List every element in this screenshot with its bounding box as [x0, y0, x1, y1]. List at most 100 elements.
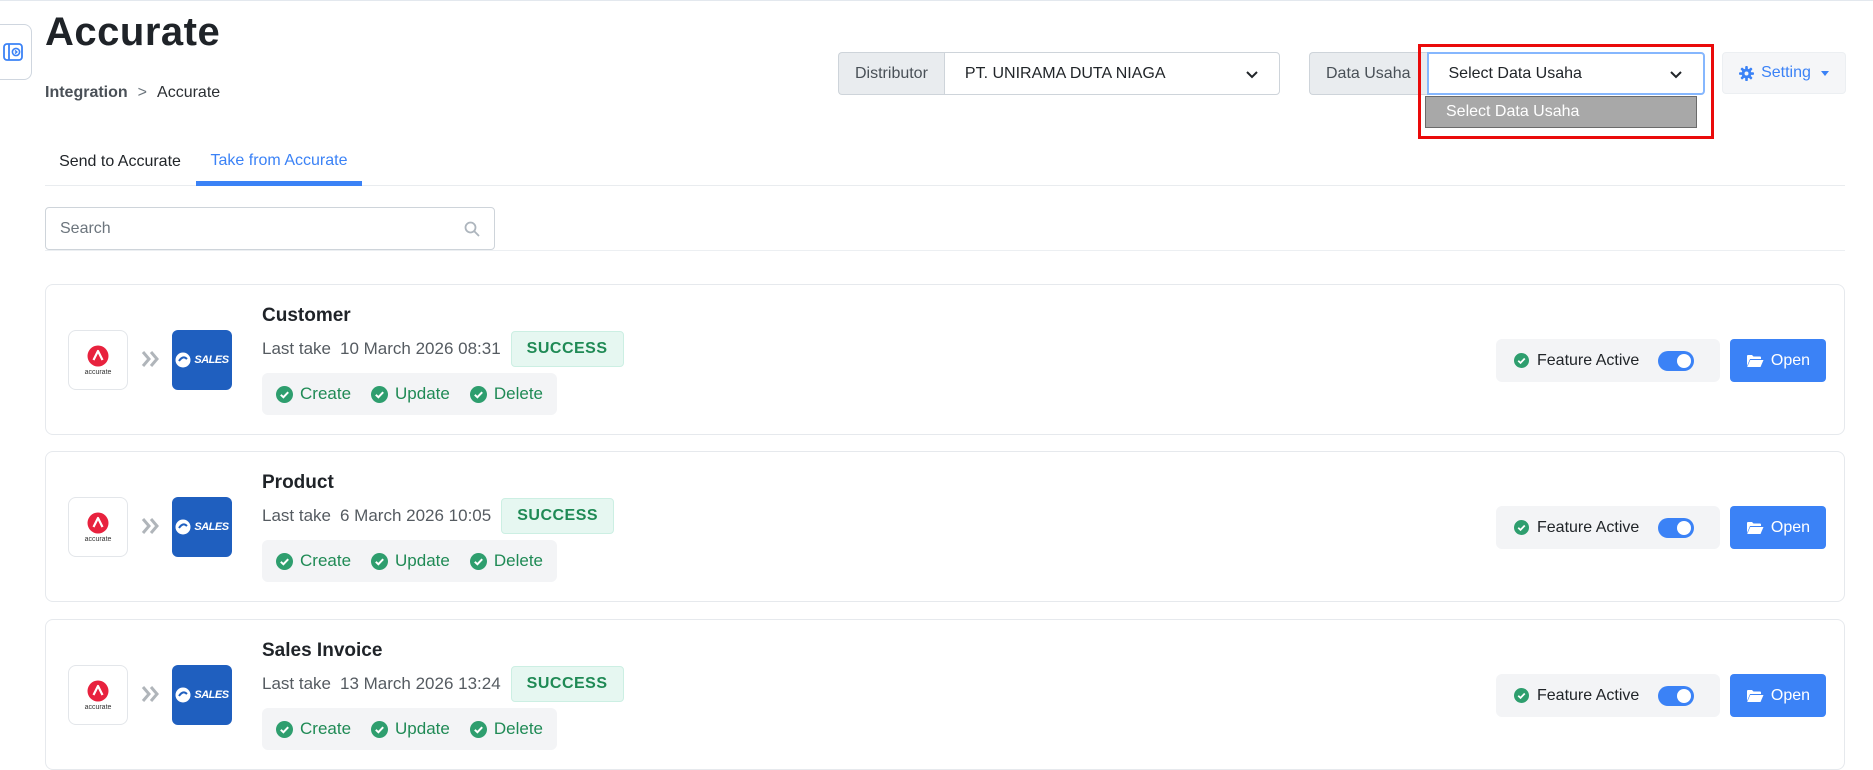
accurate-logo-icon — [87, 680, 109, 701]
breadcrumb-integration-link[interactable]: Integration — [45, 84, 128, 102]
data-usaha-select-value: Select Data Usaha — [1448, 64, 1582, 82]
feature-active-toggle-group: Feature Active — [1496, 339, 1720, 382]
page-title: Accurate — [45, 10, 221, 54]
open-button-label: Open — [1770, 518, 1811, 536]
sidebar-toggle-button[interactable] — [0, 24, 32, 80]
setting-dropdown-button[interactable]: Setting — [1722, 52, 1846, 94]
search-box — [45, 207, 495, 250]
search-icon — [464, 221, 480, 237]
open-button[interactable]: Open — [1730, 339, 1826, 382]
distributor-label: Distributor — [838, 52, 944, 95]
operation-label: Create — [300, 719, 352, 738]
setting-label: Setting — [1761, 64, 1811, 81]
folder-open-icon — [1746, 689, 1764, 702]
accurate-logo-icon — [87, 512, 109, 533]
accurate-logo: accurate — [68, 330, 128, 390]
sales-logo: SALES — [172, 497, 232, 557]
last-take-label: Last take — [262, 339, 331, 358]
feature-active-label: Feature Active — [1537, 686, 1640, 704]
sales-logo-text: SALES — [194, 521, 229, 533]
accurate-logo-text: accurate — [84, 703, 112, 711]
operation-label: Update — [395, 384, 450, 403]
chevron-down-icon — [1669, 70, 1682, 78]
sidebar-toggle-icon — [2, 43, 23, 61]
card-title: Sales Invoice — [262, 640, 383, 661]
operation-label: Delete — [493, 384, 543, 403]
sales-logo: SALES — [172, 330, 232, 390]
distributor-select[interactable]: PT. UNIRAMA DUTA NIAGA — [943, 52, 1280, 95]
data-usaha-option[interactable]: Select Data Usaha — [1425, 96, 1697, 128]
status-badge: SUCCESS — [510, 666, 624, 702]
data-usaha-filter: Data Usaha Select Data Usaha — [1309, 52, 1705, 95]
double-chevron-right-icon — [141, 351, 159, 367]
check-circle-icon — [469, 720, 487, 738]
check-circle-icon — [469, 385, 487, 403]
open-button[interactable]: Open — [1730, 674, 1826, 717]
sales-logo-icon — [175, 352, 191, 368]
accurate-logo: accurate — [68, 665, 128, 725]
check-circle-icon — [1514, 688, 1529, 703]
check-circle-icon — [1514, 520, 1529, 535]
double-chevron-right-icon — [141, 518, 159, 534]
operation-label: Delete — [493, 719, 543, 738]
check-circle-icon — [276, 720, 293, 738]
operation-create: Create — [276, 719, 351, 739]
integration-card-product: accurate SALES Product Last take 6 March… — [45, 451, 1845, 602]
last-take-date: 10 March 2026 08:31 — [340, 339, 501, 358]
feature-active-switch[interactable] — [1658, 351, 1694, 371]
integration-card-sales-invoice: accurate SALES Sales Invoice Last take 1… — [45, 619, 1845, 770]
operation-create: Create — [276, 551, 351, 571]
last-take-date: 6 March 2026 10:05 — [340, 506, 492, 525]
status-badge: SUCCESS — [501, 498, 615, 534]
accurate-logo: accurate — [68, 497, 128, 557]
card-title: Customer — [262, 305, 351, 326]
tab-take-from-accurate[interactable]: Take from Accurate — [196, 138, 362, 186]
caret-down-icon — [1820, 70, 1829, 76]
sales-logo-text: SALES — [194, 354, 229, 366]
folder-open-icon — [1746, 354, 1764, 367]
operation-delete: Delete — [469, 719, 543, 739]
operation-update: Update — [371, 719, 450, 739]
operation-update: Update — [371, 551, 450, 571]
breadcrumb: Integration > Accurate — [45, 84, 220, 102]
tab-send-to-accurate[interactable]: Send to Accurate — [45, 138, 195, 186]
check-circle-icon — [371, 385, 389, 403]
card-last-take: Last take 10 March 2026 08:31 SUCCESS — [262, 331, 624, 367]
operation-label: Create — [300, 384, 352, 403]
last-take-label: Last take — [262, 674, 331, 693]
sales-logo: SALES — [172, 665, 232, 725]
sales-logo-icon — [175, 519, 191, 535]
open-button[interactable]: Open — [1730, 506, 1826, 549]
check-circle-icon — [276, 552, 293, 570]
tab-bar: Send to Accurate Take from Accurate — [45, 138, 1845, 186]
gear-icon — [1739, 65, 1755, 81]
operation-label: Update — [395, 719, 450, 738]
check-circle-icon — [1514, 353, 1529, 368]
operation-label: Update — [395, 551, 450, 570]
check-circle-icon — [371, 720, 389, 738]
operations-list: Create Update Delete — [262, 540, 557, 582]
folder-open-icon — [1746, 521, 1764, 534]
open-button-label: Open — [1770, 351, 1811, 369]
breadcrumb-separator: > — [137, 84, 148, 101]
operation-delete: Delete — [469, 551, 543, 571]
double-chevron-right-icon — [141, 686, 159, 702]
feature-active-switch[interactable] — [1658, 686, 1694, 706]
divider — [45, 250, 1845, 251]
last-take-label: Last take — [262, 506, 331, 525]
search-input[interactable] — [60, 219, 440, 238]
breadcrumb-current: Accurate — [157, 84, 221, 101]
feature-active-switch[interactable] — [1658, 518, 1694, 538]
top-border — [0, 0, 1873, 1]
last-take-date: 13 March 2026 13:24 — [340, 674, 501, 693]
operation-delete: Delete — [469, 384, 543, 404]
check-circle-icon — [276, 385, 293, 403]
distributor-select-value: PT. UNIRAMA DUTA NIAGA — [964, 64, 1166, 82]
integration-card-customer: accurate SALES Customer Last take 10 Mar… — [45, 284, 1845, 435]
feature-active-toggle-group: Feature Active — [1496, 674, 1720, 717]
data-usaha-select[interactable]: Select Data Usaha — [1426, 52, 1705, 95]
data-usaha-label: Data Usaha — [1309, 52, 1427, 95]
accurate-logo-text: accurate — [84, 535, 112, 543]
check-circle-icon — [371, 552, 389, 570]
feature-active-label: Feature Active — [1537, 351, 1640, 369]
